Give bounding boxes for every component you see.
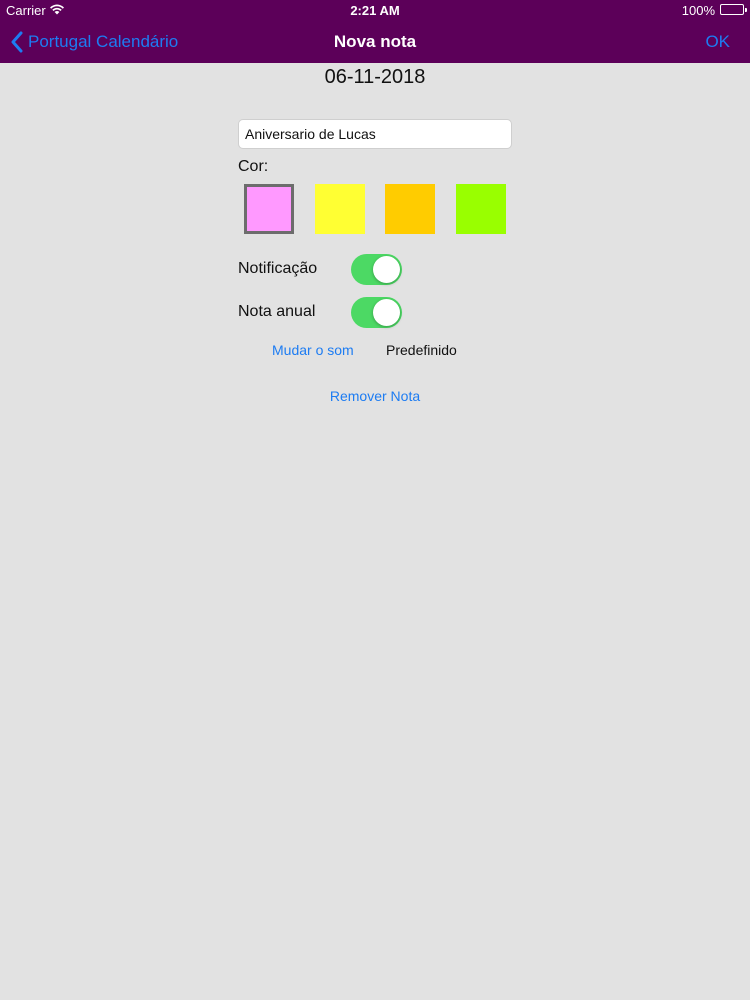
annual-note-label: Nota anual [238,303,316,320]
navigation-bar: Carrier 2:21 AM 100% Portugal Calendário… [0,0,750,63]
status-bar: Carrier 2:21 AM 100% [0,0,750,22]
color-swatch-green[interactable] [456,184,506,234]
page-title: Nova nota [333,32,417,51]
annual-note-toggle[interactable] [351,297,402,328]
color-swatch-orange[interactable] [385,184,435,234]
notification-label: Notificação [238,260,318,277]
change-sound-link[interactable]: Mudar o som [272,342,354,358]
note-date: 06-11-2018 [324,66,426,88]
color-swatch-yellow[interactable] [315,184,365,234]
battery-icon [720,4,747,15]
toggle-knob [373,299,400,326]
ok-button[interactable]: OK [705,32,730,52]
nav-row: Portugal Calendário Nova nota OK [0,22,750,63]
note-text-input[interactable] [238,119,512,149]
remove-note-button[interactable]: Remover Nota [0,388,750,404]
color-swatch-pink[interactable] [244,184,294,234]
toggle-knob [373,256,400,283]
notification-toggle[interactable] [351,254,402,285]
sound-value: Predefinido [386,342,457,358]
battery-percent: 100% [681,3,715,18]
clock: 2:21 AM [350,3,400,18]
color-label: Cor: [238,158,269,175]
